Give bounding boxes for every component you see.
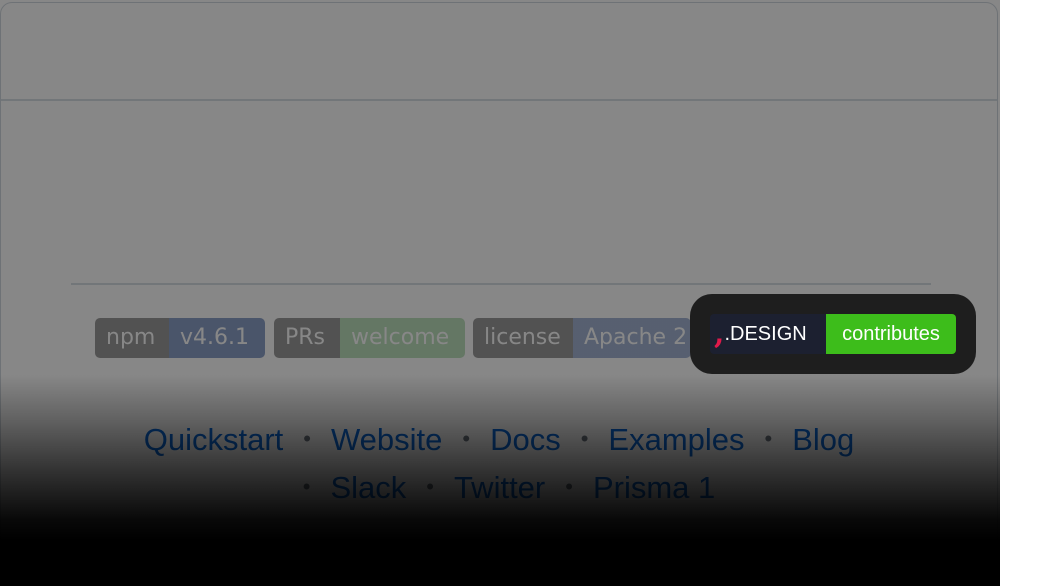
separator: • — [303, 426, 311, 451]
link-docs[interactable]: Docs — [490, 422, 561, 457]
badge-value: welcome — [340, 318, 465, 358]
separator: • — [462, 426, 471, 451]
separator: • — [764, 426, 773, 451]
design-contributes-badge[interactable]: ,.DESIGN contributes — [710, 314, 956, 354]
badge-label: npm — [95, 318, 169, 358]
npm-version-badge[interactable]: npm v4.6.1 — [95, 318, 265, 358]
link-twitter[interactable]: Twitter — [454, 470, 545, 505]
link-examples[interactable]: Examples — [608, 422, 744, 457]
badge-value: Apache 2 — [573, 318, 691, 358]
link-blog[interactable]: Blog — [792, 422, 854, 457]
badge-value: contributes — [826, 314, 956, 354]
prs-welcome-badge[interactable]: PRs welcome — [274, 318, 465, 358]
nav-links-row-1: Quickstart • Website • Docs • Examples • Blog — [1, 422, 997, 458]
heading-divider — [71, 283, 931, 285]
badge-value: v4.6.1 — [169, 318, 265, 358]
badge-label: PRs — [274, 318, 340, 358]
list-unordered-icon[interactable] — [37, 41, 71, 69]
nav-links-row-2: • Slack • Twitter • Prisma 1 — [1, 470, 997, 506]
badge-label: ,.DESIGN — [710, 314, 826, 354]
badge-label-text: .DESIGN — [724, 323, 807, 345]
highlighted-badge-frame: ,.DESIGN contributes — [690, 294, 976, 374]
readme-heading: Sample — [387, 190, 611, 259]
link-website[interactable]: Website — [331, 422, 442, 457]
separator: • — [580, 426, 589, 451]
file-name: README.md — [105, 37, 272, 67]
link-quickstart[interactable]: Quickstart — [144, 422, 284, 457]
separator: • — [565, 474, 573, 499]
design-logo-icon: , — [714, 316, 725, 351]
separator: • — [302, 474, 311, 499]
license-badge[interactable]: license Apache 2 — [473, 318, 691, 358]
badge-label: license — [473, 318, 573, 358]
link-slack[interactable]: Slack — [330, 470, 406, 505]
separator: • — [426, 474, 434, 499]
link-prisma-1[interactable]: Prisma 1 — [593, 470, 715, 505]
screen: README.md Sample npm v4.6.1 PRs welcome … — [0, 0, 1048, 586]
readme-header: README.md — [1, 3, 997, 101]
